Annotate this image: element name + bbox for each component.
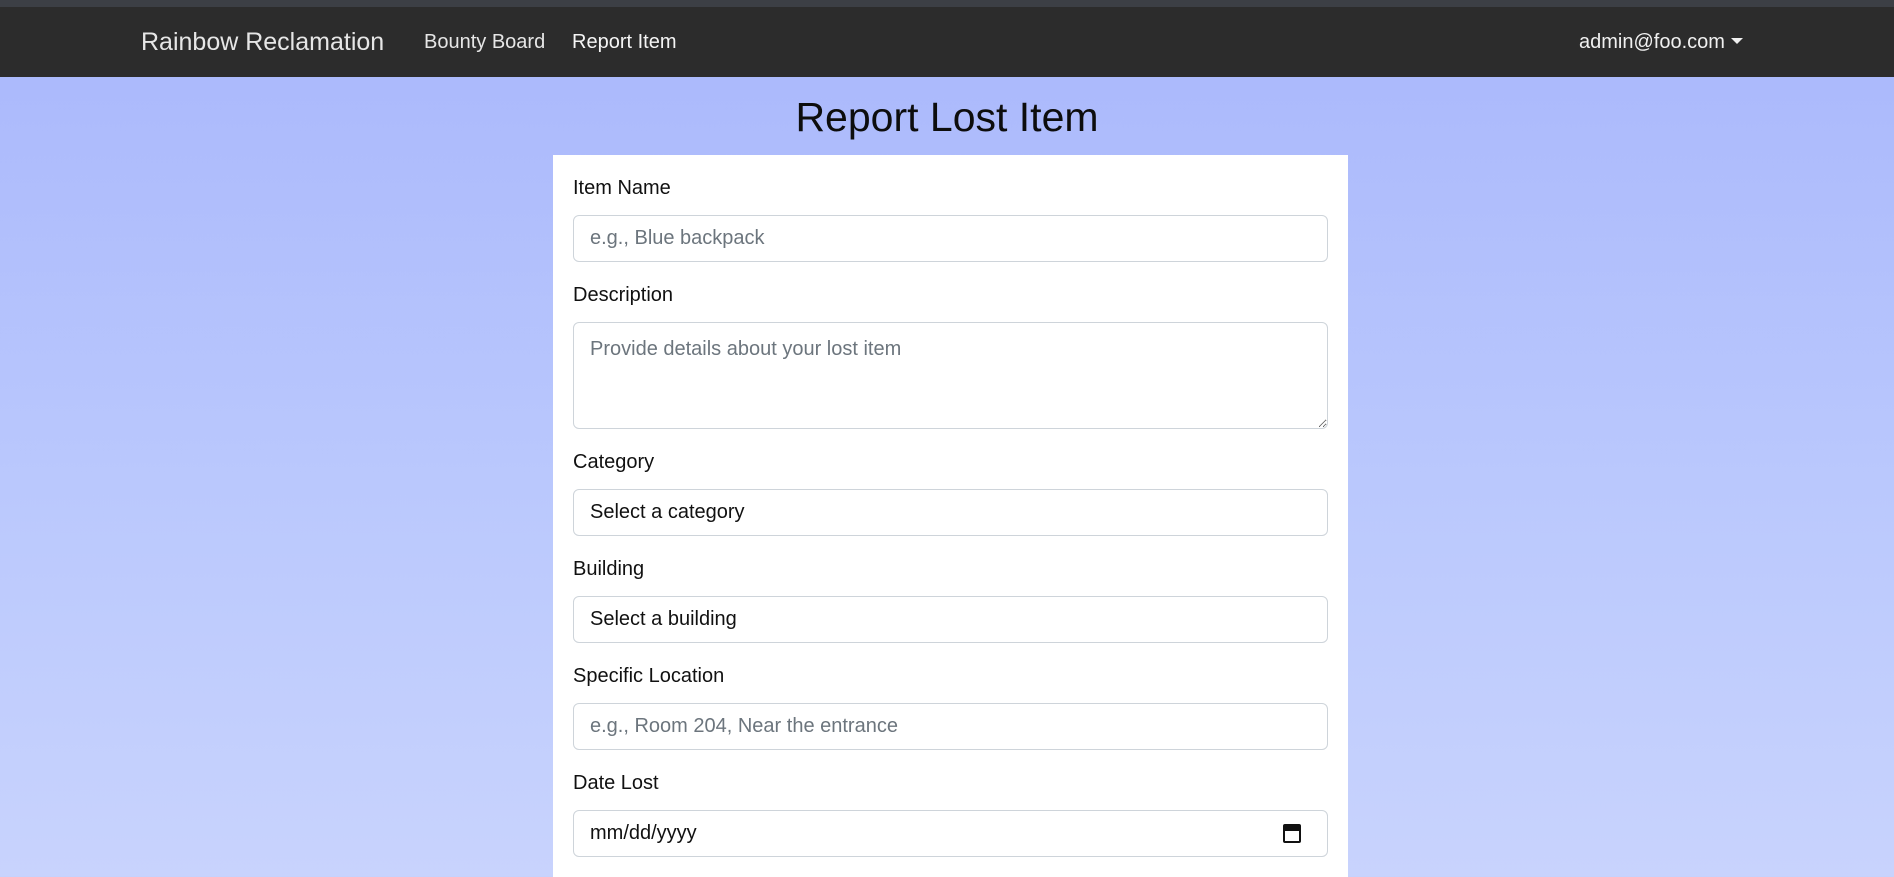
window-top-strip [0,0,1894,7]
building-select-value: Select a building [590,608,737,630]
date-lost-label: Date Lost [573,772,659,794]
category-select-value: Select a category [590,501,745,523]
calendar-icon[interactable] [1283,824,1301,843]
building-select[interactable]: Select a building [573,596,1328,643]
category-select[interactable]: Select a category [573,489,1328,536]
specific-location-input[interactable] [573,703,1328,750]
user-email: admin@foo.com [1579,31,1725,53]
description-textarea[interactable] [573,322,1328,429]
description-label: Description [573,284,674,306]
page-title: Report Lost Item [795,94,1099,140]
nav-link-report-item[interactable]: Report Item [572,7,676,77]
item-name-label: Item Name [573,177,671,199]
navbar: Rainbow Reclamation Bounty Board Report … [0,7,1894,77]
nav-link-bounty-board[interactable]: Bounty Board [424,7,545,77]
building-label: Building [573,558,645,580]
specific-location-label: Specific Location [573,665,725,687]
date-lost-value: mm/dd/yyyy [590,822,697,844]
category-label: Category [573,451,655,473]
user-menu-dropdown[interactable]: admin@foo.com [1579,7,1743,77]
date-lost-input[interactable]: mm/dd/yyyy [573,810,1328,857]
item-name-input[interactable] [573,215,1328,262]
brand-link[interactable]: Rainbow Reclamation [141,7,384,77]
caret-down-icon [1730,37,1743,44]
report-form-card: Item Name Description Category Select a … [553,155,1348,877]
